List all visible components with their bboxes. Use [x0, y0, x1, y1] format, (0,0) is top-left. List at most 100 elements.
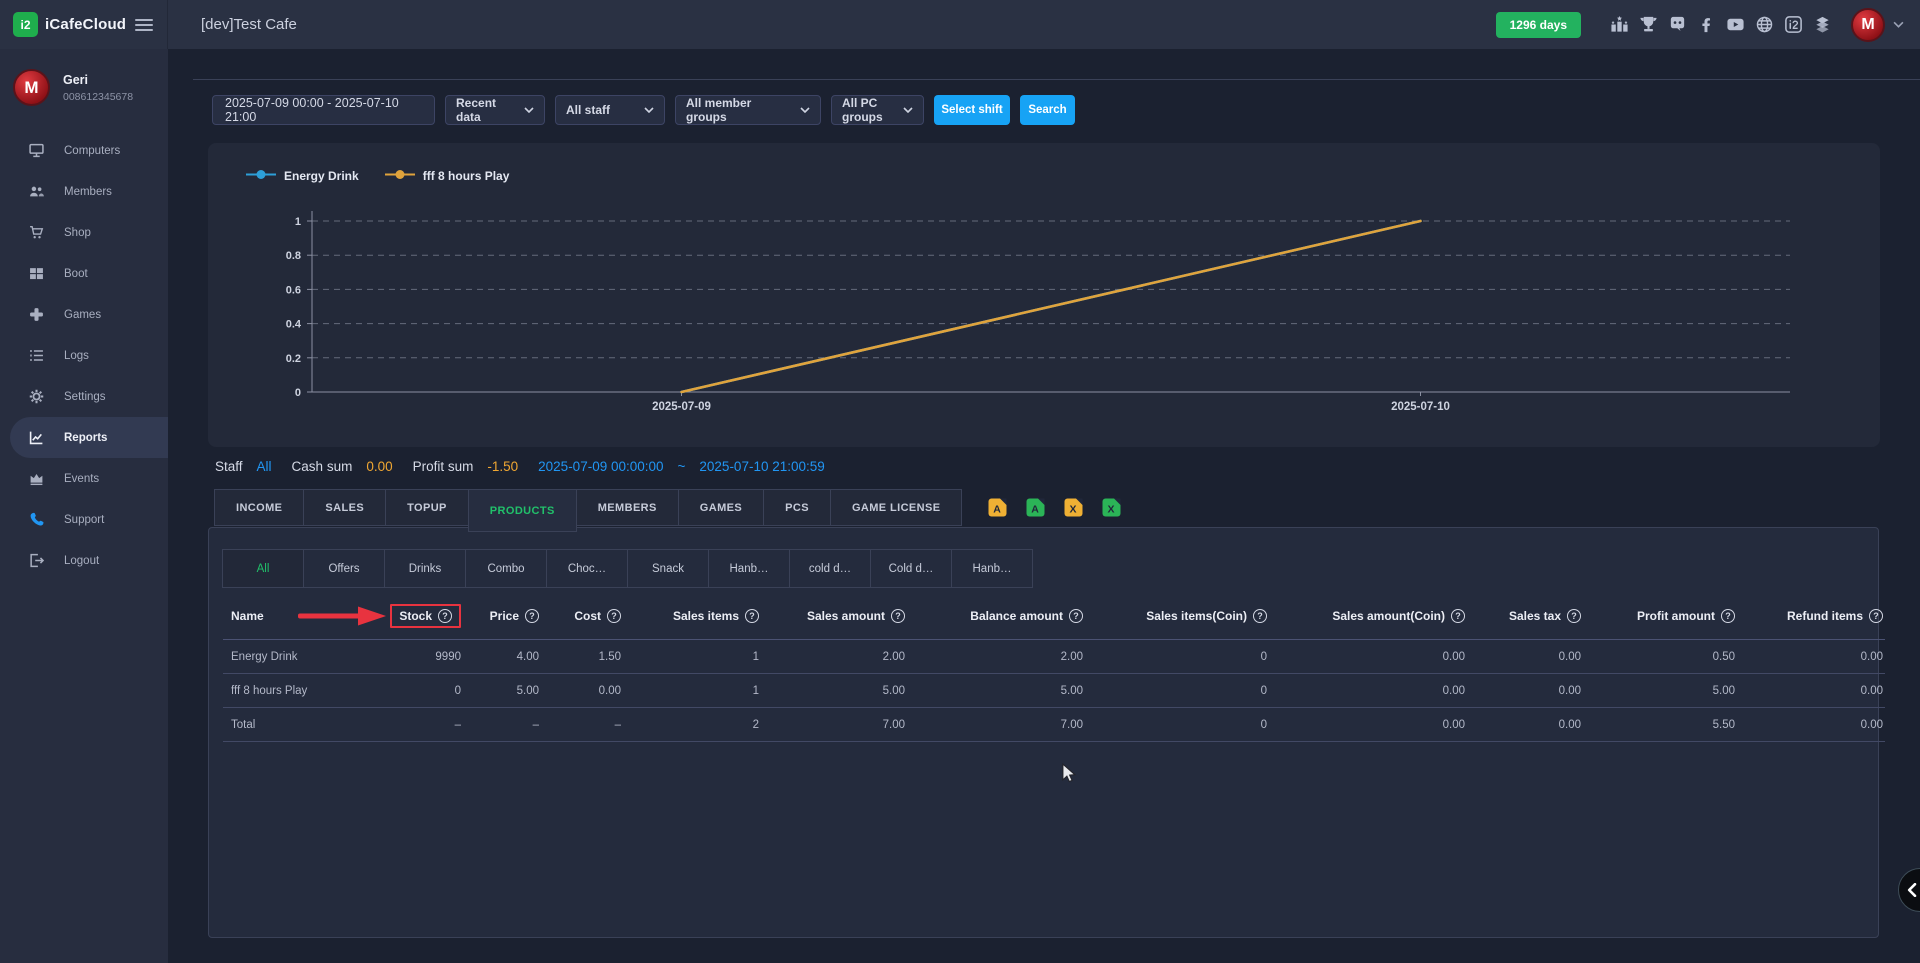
category-tab-combo[interactable]: Combo: [465, 549, 547, 588]
youtube-icon[interactable]: [1721, 15, 1750, 34]
sidebar-item-games[interactable]: Games: [0, 294, 168, 335]
sidebar-item-settings[interactable]: Settings: [0, 376, 168, 417]
user-avatar[interactable]: M: [1851, 8, 1885, 42]
report-tab-products[interactable]: PRODUCTS: [468, 489, 577, 532]
products-table: NameStock?Price?Cost?Sales items?Sales a…: [223, 594, 1885, 742]
member-groups-select[interactable]: All member groups: [675, 95, 821, 125]
help-icon[interactable]: ?: [1567, 609, 1581, 623]
product-name: Total: [223, 708, 373, 742]
help-icon[interactable]: ?: [891, 609, 905, 623]
logout-icon: [29, 553, 44, 568]
help-icon[interactable]: ?: [438, 609, 452, 623]
windows-icon: [29, 266, 44, 281]
ranking-icon[interactable]: [1605, 15, 1634, 34]
staff-label: Staff: [215, 459, 243, 474]
report-tabs: INCOMESALESTOPUPPRODUCTSMEMBERSGAMESPCSG…: [215, 489, 1121, 532]
annotation-arrow: [298, 606, 386, 626]
svg-text:X: X: [1108, 504, 1115, 516]
category-tab-offers[interactable]: Offers: [303, 549, 385, 588]
product-name: Energy Drink: [223, 640, 373, 674]
category-tab-drinks[interactable]: Drinks: [384, 549, 466, 588]
export-pdf-green-icon[interactable]: A: [1026, 498, 1045, 517]
table-header-row: NameStock?Price?Cost?Sales items?Sales a…: [223, 594, 1885, 640]
sidebar-item-logs[interactable]: Logs: [0, 335, 168, 376]
date-range-input[interactable]: 2025-07-09 00:00 - 2025-07-10 21:00: [212, 95, 435, 125]
search-button[interactable]: Search: [1020, 95, 1075, 125]
discord-icon[interactable]: [1663, 15, 1692, 34]
report-tab-sales[interactable]: SALES: [303, 489, 386, 526]
help-icon[interactable]: ?: [1721, 609, 1735, 623]
facebook-icon[interactable]: [1692, 15, 1721, 34]
legend-item-energy-drink[interactable]: Energy Drink: [246, 169, 359, 183]
layers-icon[interactable]: [1808, 15, 1837, 34]
column-label: Profit amount: [1637, 609, 1715, 623]
cell-price: 5.00: [463, 674, 541, 708]
trophy-icon[interactable]: [1634, 15, 1663, 34]
help-icon[interactable]: ?: [1253, 609, 1267, 623]
sidebar-item-label: Reports: [64, 432, 107, 444]
staff-value[interactable]: All: [257, 459, 272, 474]
help-icon[interactable]: ?: [1069, 609, 1083, 623]
category-tab-cold-d[interactable]: Cold d…: [870, 549, 952, 588]
report-tab-members[interactable]: MEMBERS: [576, 489, 679, 526]
cell-price: –: [463, 708, 541, 742]
cell-profit-amount: 5.50: [1583, 708, 1737, 742]
report-tab-pcs[interactable]: PCS: [763, 489, 831, 526]
menu-toggle-button[interactable]: [135, 16, 153, 34]
data-type-select[interactable]: Recent data: [445, 95, 545, 125]
report-tab-income[interactable]: INCOME: [214, 489, 304, 526]
help-icon[interactable]: ?: [525, 609, 539, 623]
report-tab-game-license[interactable]: GAME LICENSE: [830, 489, 963, 526]
selected-value: All member groups: [686, 96, 792, 124]
days-remaining-badge[interactable]: 1296 days: [1496, 12, 1581, 38]
profit-sum-value: -1.50: [487, 459, 518, 474]
sidebar-item-computers[interactable]: Computers: [0, 130, 168, 171]
chevron-down-icon[interactable]: [1893, 21, 1904, 28]
export-excel-green-icon[interactable]: X: [1102, 498, 1121, 517]
legend-item-fff-8-hours-play[interactable]: fff 8 hours Play: [385, 169, 510, 183]
sidebar-item-label: Games: [64, 309, 101, 321]
table-row-fff-8-hours-play: fff 8 hours Play05.000.0015.005.0000.000…: [223, 674, 1885, 708]
report-tab-games[interactable]: GAMES: [678, 489, 764, 526]
help-icon[interactable]: ?: [1451, 609, 1465, 623]
export-pdf-yellow-icon[interactable]: A: [988, 498, 1007, 517]
table-row-energy-drink: Energy Drink99904.001.5012.002.0000.000.…: [223, 640, 1885, 674]
category-tab-all[interactable]: All: [222, 549, 304, 588]
help-icon[interactable]: ?: [1869, 609, 1883, 623]
globe-icon[interactable]: [1750, 15, 1779, 34]
sidebar-item-logout[interactable]: Logout: [0, 540, 168, 581]
chevron-down-icon: [644, 107, 654, 113]
category-tab-hanb[interactable]: Hanb…: [708, 549, 790, 588]
export-buttons: AAXX: [988, 498, 1121, 517]
cell-sales-items-coin: 0: [1085, 708, 1269, 742]
pc-groups-select[interactable]: All PC groups: [831, 95, 924, 125]
sidebar-item-reports[interactable]: Reports: [10, 417, 168, 458]
sales-chart: 00.20.40.60.812025-07-092025-07-10: [208, 143, 1880, 447]
brand-zone: i2 iCafeCloud: [0, 0, 168, 49]
sidebar-item-events[interactable]: Events: [0, 458, 168, 499]
cell-cost: –: [541, 708, 623, 742]
sidebar-item-members[interactable]: Members: [0, 171, 168, 212]
cash-sum-label: Cash sum: [292, 459, 353, 474]
staff-select[interactable]: All staff: [555, 95, 665, 125]
category-tab-cold-d[interactable]: cold d…: [789, 549, 871, 588]
help-icon[interactable]: ?: [745, 609, 759, 623]
sidebar-user[interactable]: M Geri 008612345678: [0, 49, 168, 114]
svg-text:1: 1: [295, 216, 301, 228]
column-header-sales-amount: Sales amount?: [761, 594, 907, 640]
cart-icon: [29, 225, 44, 240]
category-tab-snack[interactable]: Snack: [627, 549, 709, 588]
sidebar-item-support[interactable]: Support: [0, 499, 168, 540]
category-tab-hanb[interactable]: Hanb…: [951, 549, 1033, 588]
select-shift-button[interactable]: Select shift: [934, 95, 1010, 125]
column-label: Sales items: [673, 609, 739, 623]
sidebar-item-boot[interactable]: Boot: [0, 253, 168, 294]
icafecloud-icon[interactable]: [1779, 15, 1808, 34]
sidebar-item-shop[interactable]: Shop: [0, 212, 168, 253]
chevron-down-icon: [800, 107, 810, 113]
help-icon[interactable]: ?: [607, 609, 621, 623]
cell-balance-amount: 2.00: [907, 640, 1085, 674]
export-excel-yellow-icon[interactable]: X: [1064, 498, 1083, 517]
category-tab-choc[interactable]: Choc…: [546, 549, 628, 588]
report-tab-topup[interactable]: TOPUP: [385, 489, 469, 526]
